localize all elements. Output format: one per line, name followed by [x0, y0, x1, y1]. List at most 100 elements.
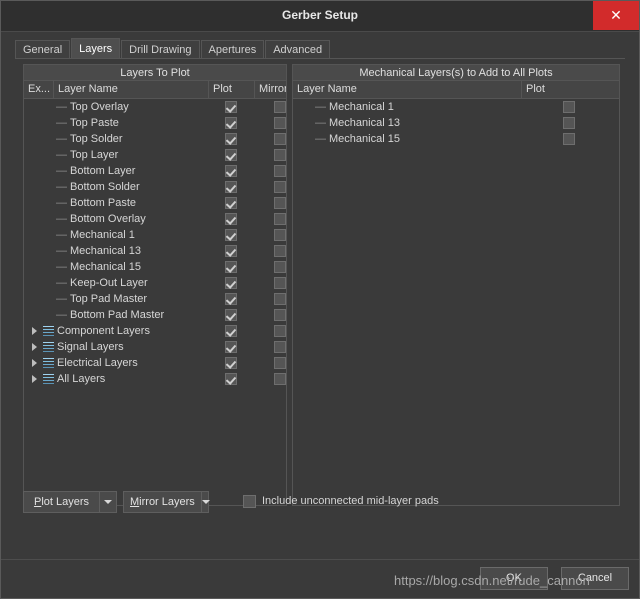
- mirror-checkbox[interactable]: [274, 197, 286, 209]
- mirror-checkbox[interactable]: [274, 229, 286, 241]
- table-row[interactable]: Signal Layers: [24, 339, 286, 355]
- tree-dash-icon: —: [56, 229, 67, 241]
- mech-plot-checkbox[interactable]: [563, 101, 575, 113]
- plot-checkbox[interactable]: [225, 181, 237, 193]
- mech-plot-checkbox[interactable]: [563, 133, 575, 145]
- plot-checkbox[interactable]: [225, 229, 237, 241]
- tab-apertures[interactable]: Apertures: [200, 40, 265, 59]
- plot-checkbox[interactable]: [225, 341, 237, 353]
- plot-layers-button[interactable]: Plot Layers: [23, 491, 117, 513]
- mirror-checkbox[interactable]: [274, 293, 286, 305]
- mirror-checkbox[interactable]: [274, 277, 286, 289]
- layer-name: — Bottom Overlay: [56, 211, 146, 227]
- chevron-right-icon[interactable]: [32, 375, 37, 383]
- table-row[interactable]: — Bottom Paste: [24, 195, 286, 211]
- plot-checkbox[interactable]: [225, 373, 237, 385]
- mirror-checkbox[interactable]: [274, 357, 286, 369]
- mirror-checkbox[interactable]: [274, 181, 286, 193]
- mirror-checkbox[interactable]: [274, 309, 286, 321]
- table-row[interactable]: — Bottom Solder: [24, 179, 286, 195]
- layer-stack-icon: [43, 342, 54, 352]
- tree-dash-icon: —: [56, 245, 67, 257]
- table-row[interactable]: — Top Overlay: [24, 99, 286, 115]
- column-header-layer-name[interactable]: Layer Name: [54, 81, 209, 98]
- mirror-checkbox[interactable]: [274, 165, 286, 177]
- plot-checkbox[interactable]: [225, 325, 237, 337]
- chevron-right-icon[interactable]: [32, 359, 37, 367]
- chevron-right-icon[interactable]: [32, 327, 37, 335]
- table-row[interactable]: — Bottom Pad Master: [24, 307, 286, 323]
- plot-layers-dropdown-arrow[interactable]: [99, 492, 116, 512]
- mech-layer-name-text: Mechanical 15: [329, 133, 400, 145]
- mirror-checkbox[interactable]: [274, 325, 286, 337]
- tab-general[interactable]: General: [15, 40, 71, 59]
- table-row[interactable]: — Bottom Layer: [24, 163, 286, 179]
- column-header-mech-plot[interactable]: Plot: [522, 81, 619, 98]
- plot-checkbox[interactable]: [225, 357, 237, 369]
- mirror-checkbox[interactable]: [274, 245, 286, 257]
- layer-stack-icon: [43, 358, 54, 368]
- mech-plot-checkbox[interactable]: [563, 117, 575, 129]
- table-row[interactable]: — Mechanical 13: [293, 115, 619, 131]
- table-row[interactable]: — Mechanical 15: [293, 131, 619, 147]
- mirror-checkbox[interactable]: [274, 149, 286, 161]
- table-row[interactable]: Electrical Layers: [24, 355, 286, 371]
- mechanical-layers-title: Mechanical Layers(s) to Add to All Plots: [292, 64, 620, 81]
- mirror-checkbox[interactable]: [274, 261, 286, 273]
- mech-layer-name: — Mechanical 1: [315, 99, 394, 115]
- table-row[interactable]: — Mechanical 15: [24, 259, 286, 275]
- plot-checkbox[interactable]: [225, 277, 237, 289]
- tree-dash-icon: —: [56, 309, 67, 321]
- mirror-layers-button[interactable]: Mirror Layers: [123, 491, 210, 513]
- mirror-checkbox[interactable]: [274, 341, 286, 353]
- column-header-plot[interactable]: Plot: [209, 81, 255, 98]
- table-row[interactable]: — Top Paste: [24, 115, 286, 131]
- cancel-button[interactable]: Cancel: [561, 567, 629, 590]
- plot-checkbox[interactable]: [225, 293, 237, 305]
- plot-checkbox[interactable]: [225, 117, 237, 129]
- layer-stack-icon: [43, 374, 54, 384]
- mirror-checkbox[interactable]: [274, 101, 286, 113]
- table-row[interactable]: — Keep-Out Layer: [24, 275, 286, 291]
- tree-dash-icon: —: [56, 197, 67, 209]
- mirror-checkbox[interactable]: [274, 117, 286, 129]
- plot-checkbox[interactable]: [225, 149, 237, 161]
- plot-checkbox[interactable]: [225, 133, 237, 145]
- table-row[interactable]: All Layers: [24, 371, 286, 387]
- close-icon[interactable]: ✕: [593, 1, 639, 30]
- plot-checkbox[interactable]: [225, 213, 237, 225]
- table-row[interactable]: — Mechanical 13: [24, 243, 286, 259]
- tab-layers[interactable]: Layers: [71, 38, 121, 59]
- table-row[interactable]: — Bottom Overlay: [24, 211, 286, 227]
- mirror-checkbox[interactable]: [274, 373, 286, 385]
- plot-checkbox[interactable]: [225, 165, 237, 177]
- layer-name-text: Top Overlay: [70, 101, 129, 113]
- tab-drill-drawing[interactable]: Drill Drawing: [121, 40, 200, 59]
- mechanical-layers-list[interactable]: — Mechanical 1— Mechanical 13— Mechanical 1…: [293, 99, 619, 505]
- table-row[interactable]: — Top Layer: [24, 147, 286, 163]
- table-row[interactable]: — Top Solder: [24, 131, 286, 147]
- ok-button[interactable]: OK: [480, 567, 548, 590]
- mirror-layers-dropdown-arrow[interactable]: [200, 492, 210, 512]
- layers-to-plot-list[interactable]: — Top Overlay — Top Paste — Top Solder — Top La…: [24, 99, 286, 505]
- table-row[interactable]: — Mechanical 1: [24, 227, 286, 243]
- table-row[interactable]: — Mechanical 1: [293, 99, 619, 115]
- mirror-checkbox[interactable]: [274, 133, 286, 145]
- tab-advanced[interactable]: Advanced: [265, 40, 331, 59]
- plot-checkbox[interactable]: [225, 261, 237, 273]
- include-unconnected-pads-checkbox[interactable]: [243, 495, 256, 508]
- table-row[interactable]: Component Layers: [24, 323, 286, 339]
- table-row[interactable]: — Top Pad Master: [24, 291, 286, 307]
- chevron-right-icon[interactable]: [32, 343, 37, 351]
- plot-checkbox[interactable]: [225, 309, 237, 321]
- tree-dash-icon: —: [56, 117, 67, 129]
- plot-checkbox[interactable]: [225, 101, 237, 113]
- column-header-ex[interactable]: Ex...: [24, 81, 54, 98]
- mech-layer-name-text: Mechanical 1: [329, 101, 394, 113]
- plot-checkbox[interactable]: [225, 245, 237, 257]
- plot-checkbox[interactable]: [225, 197, 237, 209]
- column-header-mirror[interactable]: Mirror: [255, 81, 286, 98]
- tree-dash-icon: —: [56, 149, 67, 161]
- mirror-checkbox[interactable]: [274, 213, 286, 225]
- column-header-mech-layer-name[interactable]: Layer Name: [293, 81, 522, 98]
